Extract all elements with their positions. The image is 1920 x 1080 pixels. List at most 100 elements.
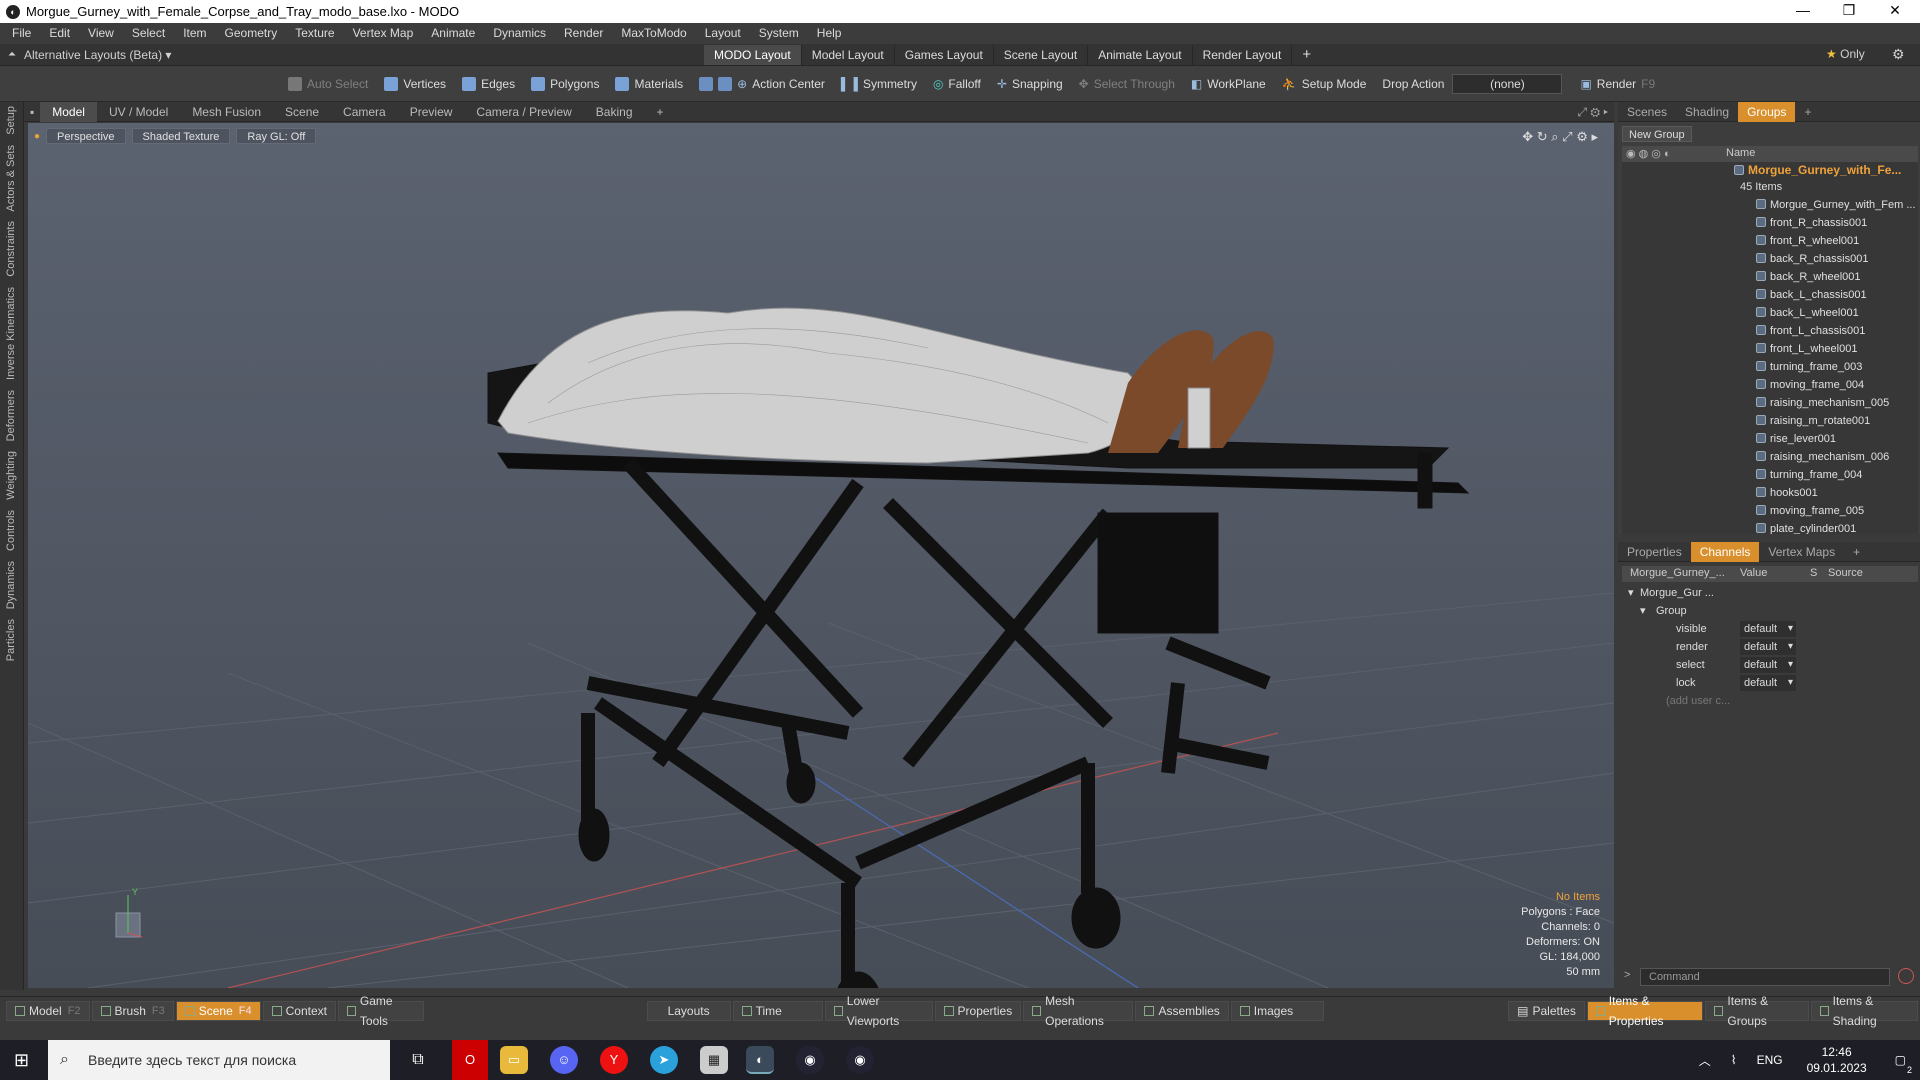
telegram-icon[interactable]: ➤ <box>650 1046 678 1074</box>
raygl-button[interactable]: Ray GL: Off <box>236 128 317 144</box>
auto-select-button[interactable]: Auto Select <box>280 72 376 96</box>
windows-start-icon[interactable]: ⊞ <box>14 1050 29 1071</box>
setup-mode-button[interactable]: ⛹ Setup Mode <box>1274 72 1375 96</box>
menu-view[interactable]: View <box>79 23 123 44</box>
bottom-time-button[interactable]: Time <box>732 1000 823 1021</box>
tab-scene[interactable]: Scene <box>273 102 331 122</box>
channel-group-row[interactable]: ▾ Group <box>1622 602 1918 620</box>
channel-name-header[interactable]: Morgue_Gurney_... <box>1630 567 1725 579</box>
bottom-images-button[interactable]: Images <box>1230 1000 1325 1021</box>
bottom-mesh-operations-button[interactable]: Mesh Operations <box>1023 994 1134 1028</box>
list-item[interactable]: raising_mechanism_005 <box>1622 394 1918 412</box>
new-group-button[interactable]: New Group <box>1622 126 1692 142</box>
list-item[interactable]: moving_frame_005 <box>1622 502 1918 520</box>
channel-value-dropdown[interactable]: default <box>1740 621 1796 637</box>
tab-channels[interactable]: Channels <box>1690 541 1760 562</box>
discord-icon[interactable]: ☺ <box>550 1046 578 1074</box>
menu-help[interactable]: Help <box>808 23 851 44</box>
menu-animate[interactable]: Animate <box>422 23 484 44</box>
taskbar-search-input[interactable]: ⌕ Введите здесь текст для поиска <box>48 1040 390 1080</box>
workplane-button[interactable]: ◧ WorkPlane <box>1183 72 1274 96</box>
menu-geometry[interactable]: Geometry <box>216 23 287 44</box>
tab-games-layout[interactable]: Games Layout <box>895 44 994 65</box>
bottom-palettes-button[interactable]: ▤ Palettes <box>1508 1000 1585 1021</box>
layouts-arrow-icon[interactable]: ⏶ <box>0 49 24 60</box>
menu-item[interactable]: Item <box>174 23 215 44</box>
list-item[interactable]: hooks001 <box>1622 484 1918 502</box>
falloff-button[interactable]: ◎ Falloff <box>925 72 989 96</box>
tab-properties[interactable]: Properties <box>1618 542 1691 562</box>
render-button[interactable]: ▣ Render F9 <box>1572 72 1663 96</box>
polygons-button[interactable]: Polygons <box>523 72 607 96</box>
list-item[interactable]: back_L_wheel001 <box>1622 304 1918 322</box>
side-tab-inverse-kinematics[interactable]: Inverse Kinematics <box>5 283 17 384</box>
tab-model[interactable]: Model <box>40 101 97 122</box>
viewport-nav-icons[interactable]: ✥ ↻ ⌕ ⤢ ⚙ ▸ <box>1522 129 1598 145</box>
bottom-items-properties-button[interactable]: Items & Properties <box>1586 994 1704 1028</box>
language-indicator[interactable]: ENG <box>1747 1053 1793 1067</box>
channel-source-header[interactable]: Source <box>1828 567 1863 579</box>
menu-system[interactable]: System <box>750 23 808 44</box>
chevron-up-icon[interactable]: ︿ <box>1689 1052 1721 1069</box>
side-tab-particles[interactable]: Particles <box>5 615 17 665</box>
tab-model-layout[interactable]: Model Layout <box>802 44 895 65</box>
notifications-icon[interactable]: ▢ 2 <box>1881 1053 1920 1075</box>
add-layout-button[interactable]: + <box>1292 45 1321 65</box>
list-item[interactable]: turning_frame_004 <box>1622 466 1918 484</box>
menu-edit[interactable]: Edit <box>40 23 79 44</box>
tab-scene-layout[interactable]: Scene Layout <box>994 44 1089 65</box>
bottom-scene-button[interactable]: Scene F4 <box>175 1000 261 1021</box>
channel-value-dropdown[interactable]: default <box>1740 639 1796 655</box>
side-tab-actors-sets[interactable]: Actors & Sets <box>5 141 17 216</box>
tab-camera[interactable]: Camera <box>331 102 398 122</box>
list-item[interactable]: back_R_chassis001 <box>1622 250 1918 268</box>
tab-baking[interactable]: Baking <box>584 102 645 122</box>
yandex-browser-icon[interactable]: Y <box>600 1046 628 1074</box>
menu-file[interactable]: File <box>0 23 40 44</box>
tab-mesh-fusion[interactable]: Mesh Fusion <box>180 102 273 122</box>
3d-viewport[interactable]: Y ● Perspective Shaded Texture Ray GL: O… <box>28 123 1614 988</box>
network-icon[interactable]: ⌇ <box>1721 1053 1747 1067</box>
symmetry-button[interactable]: ▌▐ Symmetry <box>833 72 925 96</box>
tab-groups[interactable]: Groups <box>1738 101 1796 122</box>
menu-select[interactable]: Select <box>123 23 174 44</box>
side-tab-controls[interactable]: Controls <box>5 506 17 555</box>
maximize-icon[interactable]: ❐ <box>1826 0 1872 23</box>
list-item[interactable]: front_R_chassis001 <box>1622 214 1918 232</box>
tab-preview[interactable]: Preview <box>398 102 465 122</box>
list-item[interactable]: raising_m_rotate001 <box>1622 412 1918 430</box>
channel-s-header[interactable]: S <box>1810 567 1817 579</box>
side-tab-deformers[interactable]: Deformers <box>5 386 17 445</box>
tab-camera-preview[interactable]: Camera / Preview <box>464 102 583 122</box>
task-view-icon[interactable]: ⧉ <box>404 1046 432 1074</box>
list-item[interactable]: turning_frame_003 <box>1622 358 1918 376</box>
menu-render[interactable]: Render <box>555 23 612 44</box>
bottom-items-shading-button[interactable]: Items & Shading <box>1810 994 1918 1028</box>
file-explorer-icon[interactable]: ▭ <box>500 1046 528 1074</box>
list-item[interactable]: back_R_wheel001 <box>1622 268 1918 286</box>
gear-icon[interactable]: ⚙ <box>1892 44 1905 64</box>
clock[interactable]: 12:46 09.01.2023 <box>1793 1044 1881 1076</box>
bottom-model-button[interactable]: Model F2 <box>6 1000 90 1021</box>
tab-modo-layout[interactable]: MODO Layout <box>704 44 802 65</box>
command-input[interactable]: Command <box>1640 968 1890 986</box>
list-item[interactable]: moving_frame_004 <box>1622 376 1918 394</box>
bottom-game-tools-button[interactable]: Game Tools <box>337 994 425 1028</box>
tab-vertex-maps[interactable]: Vertex Maps <box>1759 542 1844 562</box>
materials-button[interactable]: Materials <box>607 72 691 96</box>
list-item[interactable]: back_L_chassis001 <box>1622 286 1918 304</box>
alternative-layouts-dropdown[interactable]: Alternative Layouts (Beta) ▾ <box>24 48 704 62</box>
document-app-icon[interactable]: ▦ <box>700 1046 728 1074</box>
channel-item-row[interactable]: ▾ Morgue_Gur ... <box>1622 584 1918 602</box>
cinema4d-icon[interactable]: ◉ <box>796 1046 824 1074</box>
bottom-assemblies-button[interactable]: Assemblies <box>1135 1000 1229 1021</box>
action-center-button[interactable]: ⊕ Action Center <box>691 72 833 96</box>
bottom-items-groups-button[interactable]: Items & Groups <box>1705 994 1809 1028</box>
tab-render-layout[interactable]: Render Layout <box>1193 44 1293 65</box>
expand-icon[interactable]: ▾ <box>1640 602 1646 620</box>
minimize-icon[interactable]: — <box>1780 0 1826 23</box>
tab-shading[interactable]: Shading <box>1676 102 1738 122</box>
list-item[interactable]: front_L_chassis001 <box>1622 322 1918 340</box>
add-tab-icon[interactable]: + <box>1795 102 1820 122</box>
menu-vertex-map[interactable]: Vertex Map <box>344 23 423 44</box>
